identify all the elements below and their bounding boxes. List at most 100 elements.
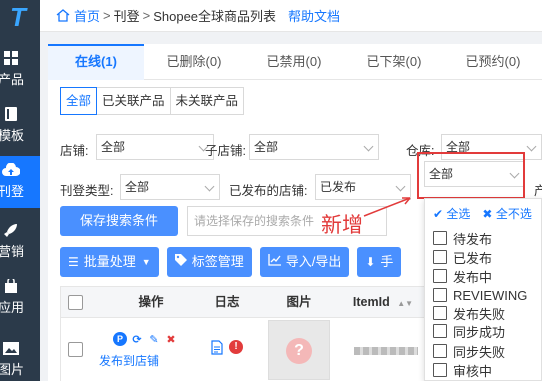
sort-icon[interactable]: ▲▼: [397, 299, 413, 308]
more-actions-label: 手: [380, 254, 394, 269]
select-all-checkbox[interactable]: [68, 295, 83, 310]
column-itemid[interactable]: ItemId ▲▼: [345, 287, 421, 317]
dropdown-option[interactable]: 审核中: [433, 361, 492, 379]
listing-type-select[interactable]: 全部: [120, 174, 220, 200]
annotation-arrow: [363, 197, 411, 217]
deselect-all-label: 全不选: [495, 207, 532, 221]
tag-management-label: 标签管理: [191, 254, 244, 269]
chevron-down-icon: [204, 181, 215, 192]
published-store-select-value: 已发布: [320, 180, 357, 194]
column-image: 图片: [286, 295, 312, 309]
sidebar-item-products[interactable]: 产品: [0, 44, 40, 96]
dropdown-option-label: 同步成功: [453, 324, 506, 340]
option-checkbox[interactable]: [433, 363, 447, 377]
option-checkbox[interactable]: [433, 250, 447, 264]
dropdown-option[interactable]: 发布中: [433, 267, 492, 285]
dropdown-option[interactable]: REVIEWING: [433, 286, 527, 304]
substore-select[interactable]: 全部: [249, 134, 379, 160]
row-operation-icons: P ⟳ ✎ ✖: [113, 332, 178, 346]
image-placeholder-icon: ?: [286, 338, 312, 364]
link-filter-group: 全部 已关联产品 未关联产品: [60, 87, 245, 115]
column-log: 日志: [214, 295, 240, 309]
row-checkbox[interactable]: [68, 342, 83, 357]
breadcrumb-separator: >: [103, 8, 111, 23]
product-label-cut: 产: [534, 184, 542, 198]
filter-unlinked[interactable]: 未关联产品: [169, 87, 245, 115]
dropdown-option[interactable]: 已发布: [433, 248, 492, 266]
tag-icon: [174, 247, 187, 277]
dropdown-option-label: 审核中: [453, 363, 493, 379]
filter-all[interactable]: 全部: [60, 87, 98, 115]
breadcrumb: 首页 > 刊登 > Shopee全球商品列表 帮助文档: [40, 0, 542, 32]
dropdown-option-label: 同步失败: [453, 344, 506, 360]
tab-online[interactable]: 在线(1): [48, 44, 144, 80]
breadcrumb-home-label: 首页: [74, 9, 101, 24]
breadcrumb-level1[interactable]: 刊登: [114, 6, 140, 25]
select-all-option[interactable]: ✔ 全选: [433, 205, 470, 222]
option-checkbox[interactable]: [433, 324, 447, 338]
caret-down-icon: ▼: [141, 257, 151, 267]
publish-status-dropdown: ✔ 全选 ✖ 全不选 待发布 已发布 发布中 REVIEWING 发布失败 同步…: [424, 198, 542, 381]
chart-icon: [268, 247, 281, 277]
tab-delisted[interactable]: 已下架(0): [344, 44, 444, 80]
book-icon: [2, 106, 20, 122]
store-select-value: 全部: [101, 140, 126, 154]
batch-process-button[interactable]: ☰ 批量处理 ▼: [60, 247, 159, 277]
product-thumbnail: ?: [268, 320, 330, 380]
home-icon: [56, 9, 70, 22]
dropdown-option[interactable]: 待发布: [433, 229, 492, 247]
sidebar-item-marketing[interactable]: 营销: [0, 216, 40, 268]
select-all-label: 全选: [446, 207, 471, 221]
close-icon: ✖: [482, 207, 493, 221]
sidebar-item-label: 图片: [0, 362, 25, 377]
deselect-all-option[interactable]: ✖ 全不选: [482, 205, 531, 222]
store-select[interactable]: 全部: [96, 134, 214, 160]
app-logo: T: [10, 1, 26, 32]
edit-icon[interactable]: ✎: [147, 332, 161, 346]
delete-icon[interactable]: ✖: [164, 332, 178, 346]
store-label: 店铺:: [60, 144, 89, 158]
sidebar-item-label: 营销: [0, 244, 25, 259]
listing-type-label: 刊登类型:: [60, 184, 114, 198]
sidebar-item-listing[interactable]: 刊登: [0, 156, 40, 208]
substore-select-value: 全部: [254, 140, 279, 154]
status-tabs: 在线(1) 已删除(0) 已禁用(0) 已下架(0) 已预约(0): [48, 44, 542, 80]
sidebar-item-apps[interactable]: 应用: [0, 272, 40, 324]
tag-management-button[interactable]: 标签管理: [166, 247, 252, 277]
tab-scheduled[interactable]: 已预约(0): [444, 44, 542, 80]
sidebar-item-label: 产品: [0, 72, 25, 87]
grid-icon: [2, 50, 20, 66]
publish-icon[interactable]: P: [113, 332, 127, 346]
dropdown-option[interactable]: 同步成功: [433, 322, 505, 340]
breadcrumb-home[interactable]: 首页: [56, 6, 100, 25]
option-checkbox[interactable]: [433, 288, 447, 302]
tab-deleted[interactable]: 已删除(0): [144, 44, 244, 80]
log-document-icon[interactable]: [211, 340, 223, 358]
sidebar-item-templates[interactable]: 模板: [0, 100, 40, 152]
import-export-label: 导入/导出: [285, 254, 342, 269]
option-checkbox[interactable]: [433, 344, 447, 358]
sync-icon[interactable]: ⟳: [130, 332, 144, 346]
sidebar: T 产品 模板 刊登 营销 应用 图片: [0, 0, 40, 381]
import-export-button[interactable]: 导入/导出: [259, 247, 350, 277]
breadcrumb-current: Shopee全球商品列表: [153, 9, 277, 24]
action-toolbar: ☰ 批量处理 ▼ 标签管理 导入/导出 ⬇ 手: [60, 247, 409, 277]
batch-process-label: 批量处理: [83, 254, 136, 269]
dropdown-option[interactable]: 发布失败: [433, 304, 505, 322]
option-checkbox[interactable]: [433, 231, 447, 245]
dropdown-option-label: REVIEWING: [453, 287, 528, 303]
tab-disabled[interactable]: 已禁用(0): [244, 44, 344, 80]
more-actions-button[interactable]: ⬇ 手: [357, 247, 402, 277]
rocket-icon: [2, 222, 20, 238]
option-checkbox[interactable]: [433, 269, 447, 283]
help-docs-link[interactable]: 帮助文档: [288, 6, 340, 25]
option-checkbox[interactable]: [433, 306, 447, 320]
publish-to-store-link[interactable]: 发布到店铺: [99, 352, 159, 369]
error-icon[interactable]: !: [229, 340, 243, 354]
dropdown-option-label: 已发布: [453, 250, 493, 266]
sidebar-item-label: 模板: [0, 128, 25, 143]
sidebar-item-images[interactable]: 图片: [0, 334, 40, 381]
filter-linked[interactable]: 已关联产品: [96, 87, 171, 115]
dropdown-option[interactable]: 同步失败: [433, 342, 505, 360]
save-search-button[interactable]: 保存搜索条件: [60, 206, 178, 236]
